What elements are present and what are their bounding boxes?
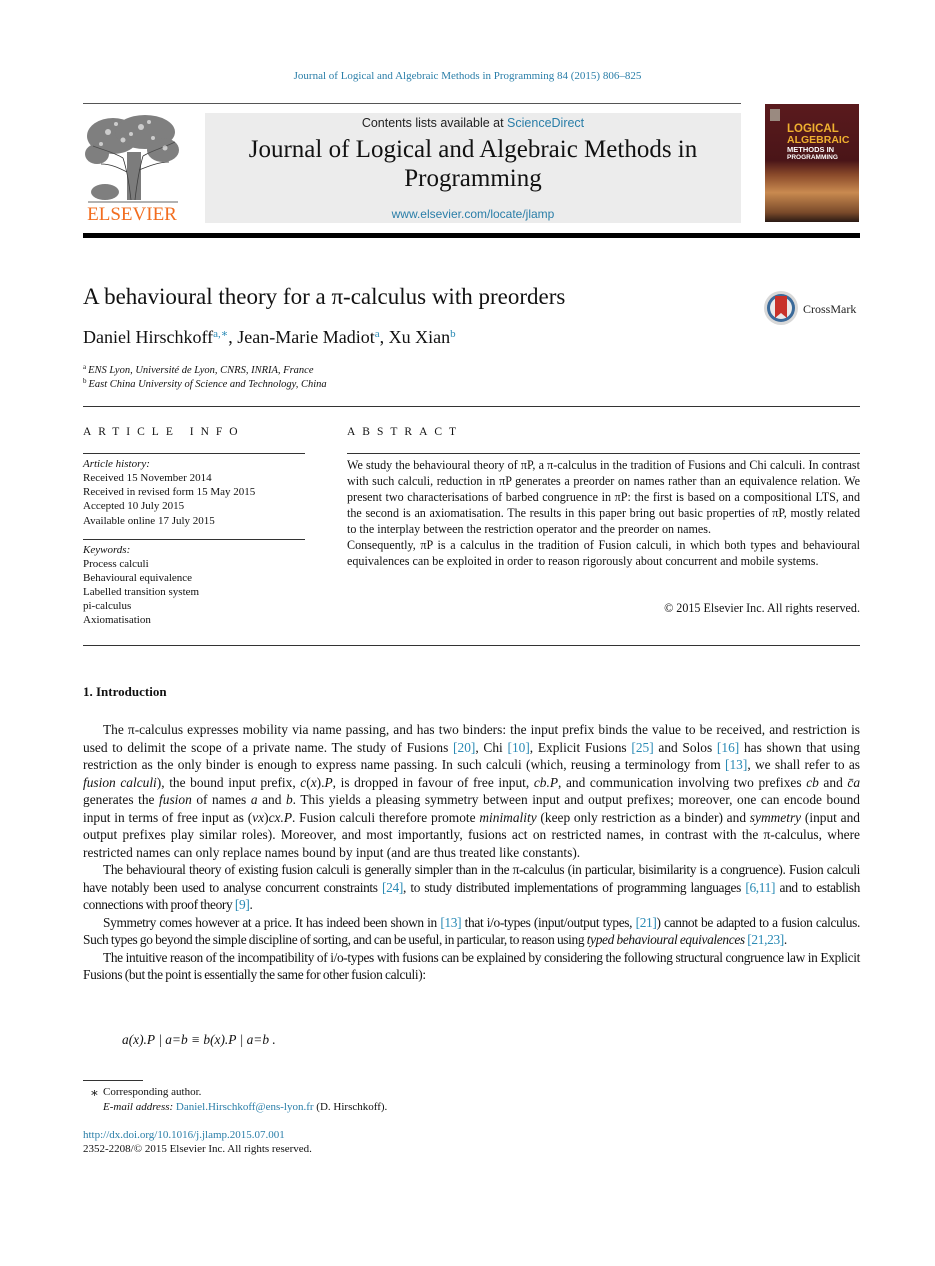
history-item: Available online 17 July 2015 xyxy=(83,515,215,527)
article-history-label: Article history: xyxy=(83,458,150,470)
italic-term: a xyxy=(250,792,258,807)
citation-link[interactable]: [9] xyxy=(235,897,250,912)
intro-paragraph: The intuitive reason of the incompatibil… xyxy=(83,949,860,983)
keyword: Labelled transition system xyxy=(83,586,200,598)
article-info-rule xyxy=(83,453,305,454)
abstract-copyright: © 2015 Elsevier Inc. All rights reserved… xyxy=(664,601,860,615)
keyword: pi-calculus xyxy=(83,600,132,612)
italic-term: P xyxy=(324,774,333,790)
citation-link[interactable]: [25] xyxy=(631,740,653,755)
elsevier-wordmark: ELSEVIER xyxy=(87,204,177,225)
elsevier-logo[interactable]: ELSEVIER xyxy=(83,112,181,226)
running-header[interactable]: Journal of Logical and Algebraic Methods… xyxy=(0,70,935,82)
article-title: A behavioural theory for a π-calculus wi… xyxy=(83,284,566,309)
article-info-rule xyxy=(83,539,305,540)
abstract-paragraph: Consequently, πP is a calculus in the tr… xyxy=(347,538,860,568)
keyword: Behavioural equivalence xyxy=(83,572,193,584)
display-formula: a(x).P | a=b ≡ b(x).P | a=b . xyxy=(122,1032,276,1047)
citation-link[interactable]: [20] xyxy=(453,740,475,755)
cover-title-line3: METHODS IN xyxy=(787,145,835,154)
author-name[interactable]: Daniel Hirschkoff xyxy=(83,327,213,347)
italic-term: fusion xyxy=(159,792,192,807)
affiliation: a ENS Lyon, Université de Lyon, CNRS, INR… xyxy=(83,363,314,376)
italic-term: c xyxy=(300,774,307,790)
cover-title-line4: PROGRAMMING xyxy=(787,154,838,161)
elsevier-tree-icon xyxy=(83,112,181,204)
cover-logo-icon xyxy=(770,109,780,121)
contents-prefix: Contents lists available at xyxy=(361,116,508,130)
abstract-heading: ABSTRACT xyxy=(347,426,464,438)
italic-term: x xyxy=(310,774,317,790)
header-thick-rule xyxy=(83,233,860,238)
keyword: Process calculi xyxy=(83,558,149,570)
citation-link[interactable]: [10] xyxy=(507,740,529,755)
italic-term: b xyxy=(285,792,293,807)
affiliation-text: ENS Lyon, Université de Lyon, CNRS, INRI… xyxy=(88,365,314,376)
journal-title-line2: Programming xyxy=(404,165,542,192)
crossmark-icon xyxy=(764,291,798,325)
affiliation-text: East China University of Science and Tec… xyxy=(88,379,327,390)
footnote-rule xyxy=(83,1080,143,1081)
italic-term: fusion calculi xyxy=(83,774,157,790)
journal-cover-image[interactable]: LOGICAL ALGEBRAIC METHODS IN PROGRAMMING xyxy=(765,104,859,222)
affiliation-key: b xyxy=(83,377,87,385)
italic-term: νx xyxy=(252,809,265,825)
citation-link[interactable]: [13] xyxy=(440,915,461,930)
section-rule xyxy=(83,645,860,646)
affiliation-key: a xyxy=(83,363,87,371)
citation-link[interactable]: [16] xyxy=(717,740,739,755)
abstract-body: We study the behavioural theory of πP, a… xyxy=(347,457,860,569)
journal-homepage-link[interactable]: www.elsevier.com/locate/jlamp xyxy=(205,207,741,221)
citation-link[interactable]: [24] xyxy=(382,880,403,895)
author-affiliation-marker[interactable]: a,∗ xyxy=(213,328,228,340)
italic-term: minimality xyxy=(479,809,537,825)
crossmark-button[interactable]: CrossMark xyxy=(763,290,863,328)
italic-term: c̄a xyxy=(847,774,861,790)
intro-paragraph: The behavioural theory of existing fusio… xyxy=(83,862,860,912)
journal-banner: Contents lists available at ScienceDirec… xyxy=(205,113,741,223)
crossmark-label: CrossMark xyxy=(803,302,857,316)
citation-link[interactable]: [21] xyxy=(636,915,657,930)
author-name[interactable]: Xu Xian xyxy=(389,327,451,347)
header-rule xyxy=(83,103,741,104)
footnote-marker: ∗ xyxy=(90,1085,99,1100)
doi-link[interactable]: http://dx.doi.org/10.1016/j.jlamp.2015.0… xyxy=(83,1129,285,1141)
issn-copyright: 2352-2208/© 2015 Elsevier Inc. All right… xyxy=(83,1143,312,1155)
section-heading-introduction: 1. Introduction xyxy=(83,684,167,699)
sciencedirect-link[interactable]: ScienceDirect xyxy=(507,116,584,130)
italic-term: cb xyxy=(806,774,819,790)
history-item: Accepted 10 July 2015 xyxy=(83,500,185,512)
corresponding-author-note: Corresponding author. xyxy=(103,1086,202,1098)
italic-term: typed behavioural equivalences xyxy=(586,932,745,947)
email-footnote: E-mail address: Daniel.Hirschkoff@ens-ly… xyxy=(103,1101,387,1113)
intro-paragraph: The π-calculus expresses mobility via na… xyxy=(83,722,861,860)
email-link[interactable]: Daniel.Hirschkoff@ens-lyon.fr xyxy=(176,1101,314,1113)
citation-link[interactable]: [13] xyxy=(725,757,747,772)
author-affiliation-marker[interactable]: b xyxy=(450,328,456,340)
history-item: Received 15 November 2014 xyxy=(83,472,212,484)
history-item: Received in revised form 15 May 2015 xyxy=(83,486,256,498)
affiliation: b East China University of Science and Te… xyxy=(83,377,327,390)
email-label: E-mail address: xyxy=(103,1101,174,1113)
keyword: Axiomatisation xyxy=(83,614,151,626)
section-rule xyxy=(83,406,860,407)
email-suffix: (D. Hirschkoff). xyxy=(313,1101,388,1113)
italic-term: symmetry xyxy=(749,809,802,825)
journal-title-line1: Journal of Logical and Algebraic Methods… xyxy=(248,136,698,163)
italic-term: cb.P xyxy=(533,774,559,790)
journal-title[interactable]: Journal of Logical and Algebraic Methods… xyxy=(205,135,741,193)
intro-paragraph: Symmetry comes however at a price. It ha… xyxy=(83,914,860,948)
author-affiliation-marker[interactable]: a xyxy=(375,328,380,340)
italic-term: cx.P xyxy=(268,809,293,825)
author-name[interactable]: Jean-Marie Madiot xyxy=(237,327,374,347)
contents-available-line: Contents lists available at ScienceDirec… xyxy=(205,116,741,130)
abstract-paragraph: We study the behavioural theory of πP, a… xyxy=(347,458,860,536)
keywords-label: Keywords: xyxy=(83,544,131,556)
introduction-body: The π-calculus expresses mobility via na… xyxy=(83,721,860,984)
citation-link[interactable]: [21,23] xyxy=(747,932,784,947)
author-list: Daniel Hirschkoffa,∗, Jean-Marie Madiota… xyxy=(83,327,456,347)
abstract-rule xyxy=(347,453,860,454)
citation-link[interactable]: [6,11] xyxy=(745,880,775,895)
article-info-heading: ARTICLE INFO xyxy=(83,426,245,438)
